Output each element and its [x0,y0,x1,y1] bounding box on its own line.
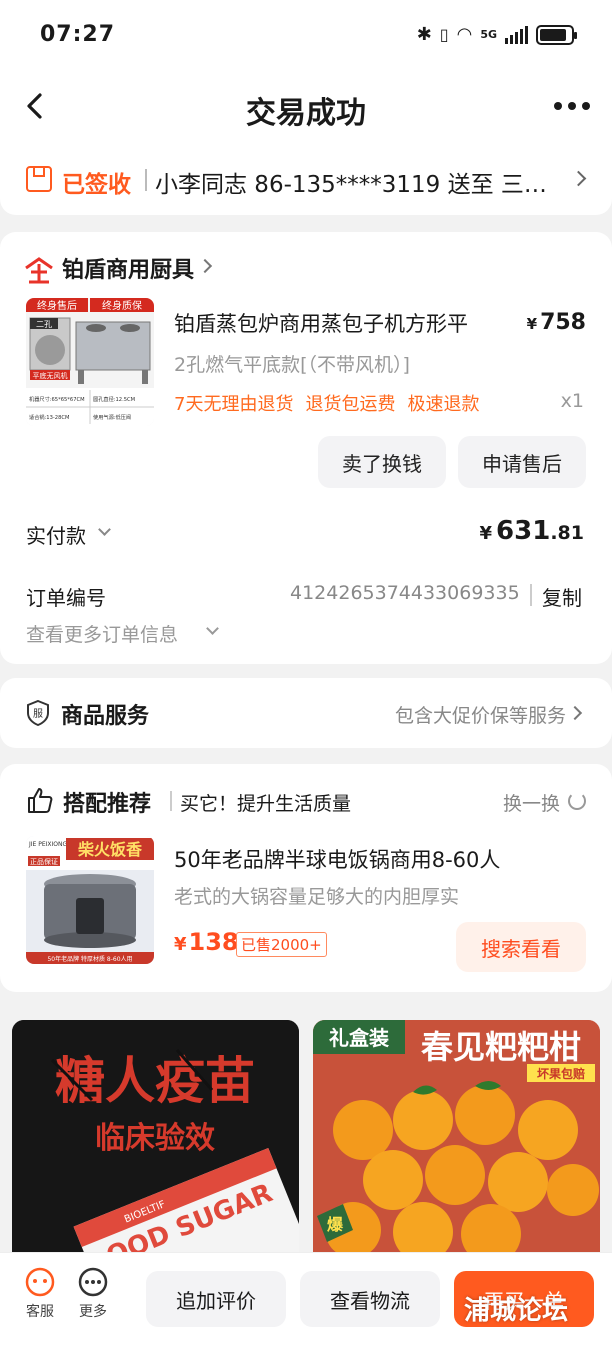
customer-service-label: 客服 [26,1304,54,1320]
divider [170,791,172,811]
product-quantity: x1 [560,390,584,412]
view-logistics-button[interactable]: 查看物流 [300,1271,440,1327]
product-price: ¥758 [527,310,586,335]
brand-text: JIE PEIXIONG [28,841,68,848]
feed-card[interactable]: 糖人疫苗 临床验效 BIOELTIF OOD SUGAR [12,1020,299,1270]
sold-badge: 已售2000+ [236,932,327,957]
recommend-image[interactable]: JIE PEIXIONG 柴火饭香 正品保证 50年老品牌 特厚材质 8-60人… [26,836,154,964]
shield-icon: 服 [27,700,49,726]
customer-service-button[interactable]: 客服 [15,1267,65,1321]
plate-text: 平底无风机 [33,371,68,380]
thumbs-up-icon [28,788,53,813]
status-time: 07:27 [40,22,116,47]
recommend-price: ¥138 [174,928,239,956]
service-info: 包含大促价保等服务 [394,705,566,727]
currency-symbol: ¥ [526,315,538,333]
more-order-info-link[interactable]: 查看更多订单信息 [26,620,178,647]
chevron-down-icon[interactable] [98,523,111,536]
recommend-subtitle: 买它！提升生活质量 [180,793,352,815]
banner-text: 柴火饭香 [77,840,143,859]
product-title[interactable]: 铂盾蒸包炉商用蒸包子机方形平 [174,308,514,338]
spec-text: 机器尺寸:65*65*67CM [29,395,85,403]
watermark: 浦城论坛 [464,1296,569,1326]
more-options-icon[interactable] [554,102,590,110]
status-icons: ✱ ▯ ◠ 5G [416,24,577,45]
feed-card[interactable]: 礼盒装 春见粑粑柑 坏果包赔 爆 [313,1020,600,1270]
spec-text: 圆孔直径:12.5CM [93,395,135,403]
wifi-icon: ◠ [456,24,473,45]
more-label: 更多 [79,1304,107,1320]
currency-symbol: ¥ [479,523,493,544]
divider [530,584,532,606]
after-sale-button[interactable]: 申请售后 [458,436,586,488]
service-label: 商品服务 [61,704,150,729]
chevron-right-icon [197,258,213,274]
bluetooth-icon: ✱ [416,24,432,45]
change-batch-button[interactable]: 换一换 [503,789,560,816]
order-number: 4124265374433069335 [290,582,520,604]
order-number-label: 订单编号 [26,586,106,610]
more-icon [78,1267,108,1297]
badge-left-text: 终身售后 [37,299,77,312]
nav-bar: 交易成功 [0,70,612,145]
bottom-text: 50年老品牌 特厚材质 8-60人用 [47,955,132,963]
more-button[interactable]: 更多 [68,1267,118,1321]
feed-title: 糖人疫苗 [55,1052,255,1110]
package-icon [26,166,52,192]
page-title: 交易成功 [246,96,366,131]
chevron-right-icon [570,170,587,187]
delivery-row[interactable]: 已签收 小李同志 86-135****3119 送至 三… [0,145,612,215]
currency-symbol: ¥ [174,934,187,955]
order-card: 铂盾商用厨具 终身售后 终身质保 二孔 平底无风机 机器尺寸:65*65*67C… [0,232,612,664]
payment-label[interactable]: 实付款 [26,520,86,549]
delivery-status: 已签收 [62,172,131,198]
payment-amount: ¥631.81 [480,516,584,546]
product-sku: 2孔燃气平底款[（不带风机）] [174,354,410,376]
feed-burst: 爆 [327,1215,344,1234]
feed-subtitle: 临床验效 [95,1121,215,1156]
shop-name[interactable]: 铂盾商用厨具 [62,252,194,284]
recommend-title: 搭配推荐 [63,792,152,817]
amount-decimal: .81 [550,522,584,544]
feed-ribbon: 坏果包赔 [537,1066,585,1081]
recommend-item-title[interactable]: 50年老品牌半球电饭锅商用8-60人 [174,844,500,874]
copy-button[interactable]: 复制 [542,582,582,611]
chevron-right-icon [567,705,583,721]
network-label: 5G [480,28,497,41]
sell-button[interactable]: 卖了换钱 [318,436,446,488]
status-bar: 07:27 ✱ ▯ ◠ 5G [0,0,612,70]
recommend-item-desc: 老式的大锅容量足够大的内胆厚实 [174,886,460,908]
customer-service-icon [25,1267,55,1297]
product-tags: 7天无理由退货 退货包运费 极速退款 [174,390,479,416]
search-button[interactable]: 搜索看看 [456,922,586,972]
tag-text: 正品保证 [30,857,58,866]
refresh-icon[interactable] [568,792,586,810]
add-review-button[interactable]: 追加评价 [146,1271,286,1327]
spec-text: 使用气源:低压阀 [93,413,131,421]
price-value: 138 [188,928,239,956]
service-card[interactable]: 服 商品服务 包含大促价保等服务 [0,678,612,748]
divider [145,169,147,191]
product-image[interactable]: 终身售后 终身质保 二孔 平底无风机 机器尺寸:65*65*67CM 圆孔直径:… [26,298,154,426]
signal-icon [505,25,528,44]
feed-title: 春见粑粑柑 [421,1028,581,1066]
chevron-down-icon[interactable] [206,622,219,635]
feed-tag: 礼盒装 [329,1026,389,1050]
delivery-address: 小李同志 86-135****3119 送至 三… [155,172,547,198]
tag-label: 退货包运费 [305,394,396,415]
shop-logo-icon [25,257,53,284]
tag-label: 7天无理由退货 [174,394,294,415]
tag-label: 极速退款 [407,394,480,415]
vibrate-icon: ▯ [439,25,449,44]
service-icon-text: 服 [33,708,43,720]
badge-right-text: 终身质保 [102,299,142,312]
price-value: 758 [540,310,586,335]
spec-text: 适合锅:13-28CM [29,413,69,421]
battery-icon [536,24,577,45]
hole-text: 二孔 [36,320,52,329]
amount-integer: 631 [496,516,551,546]
recommend-card: 搭配推荐 买它！提升生活质量 换一换 JIE PEIXIONG 柴火饭香 正品保… [0,764,612,992]
